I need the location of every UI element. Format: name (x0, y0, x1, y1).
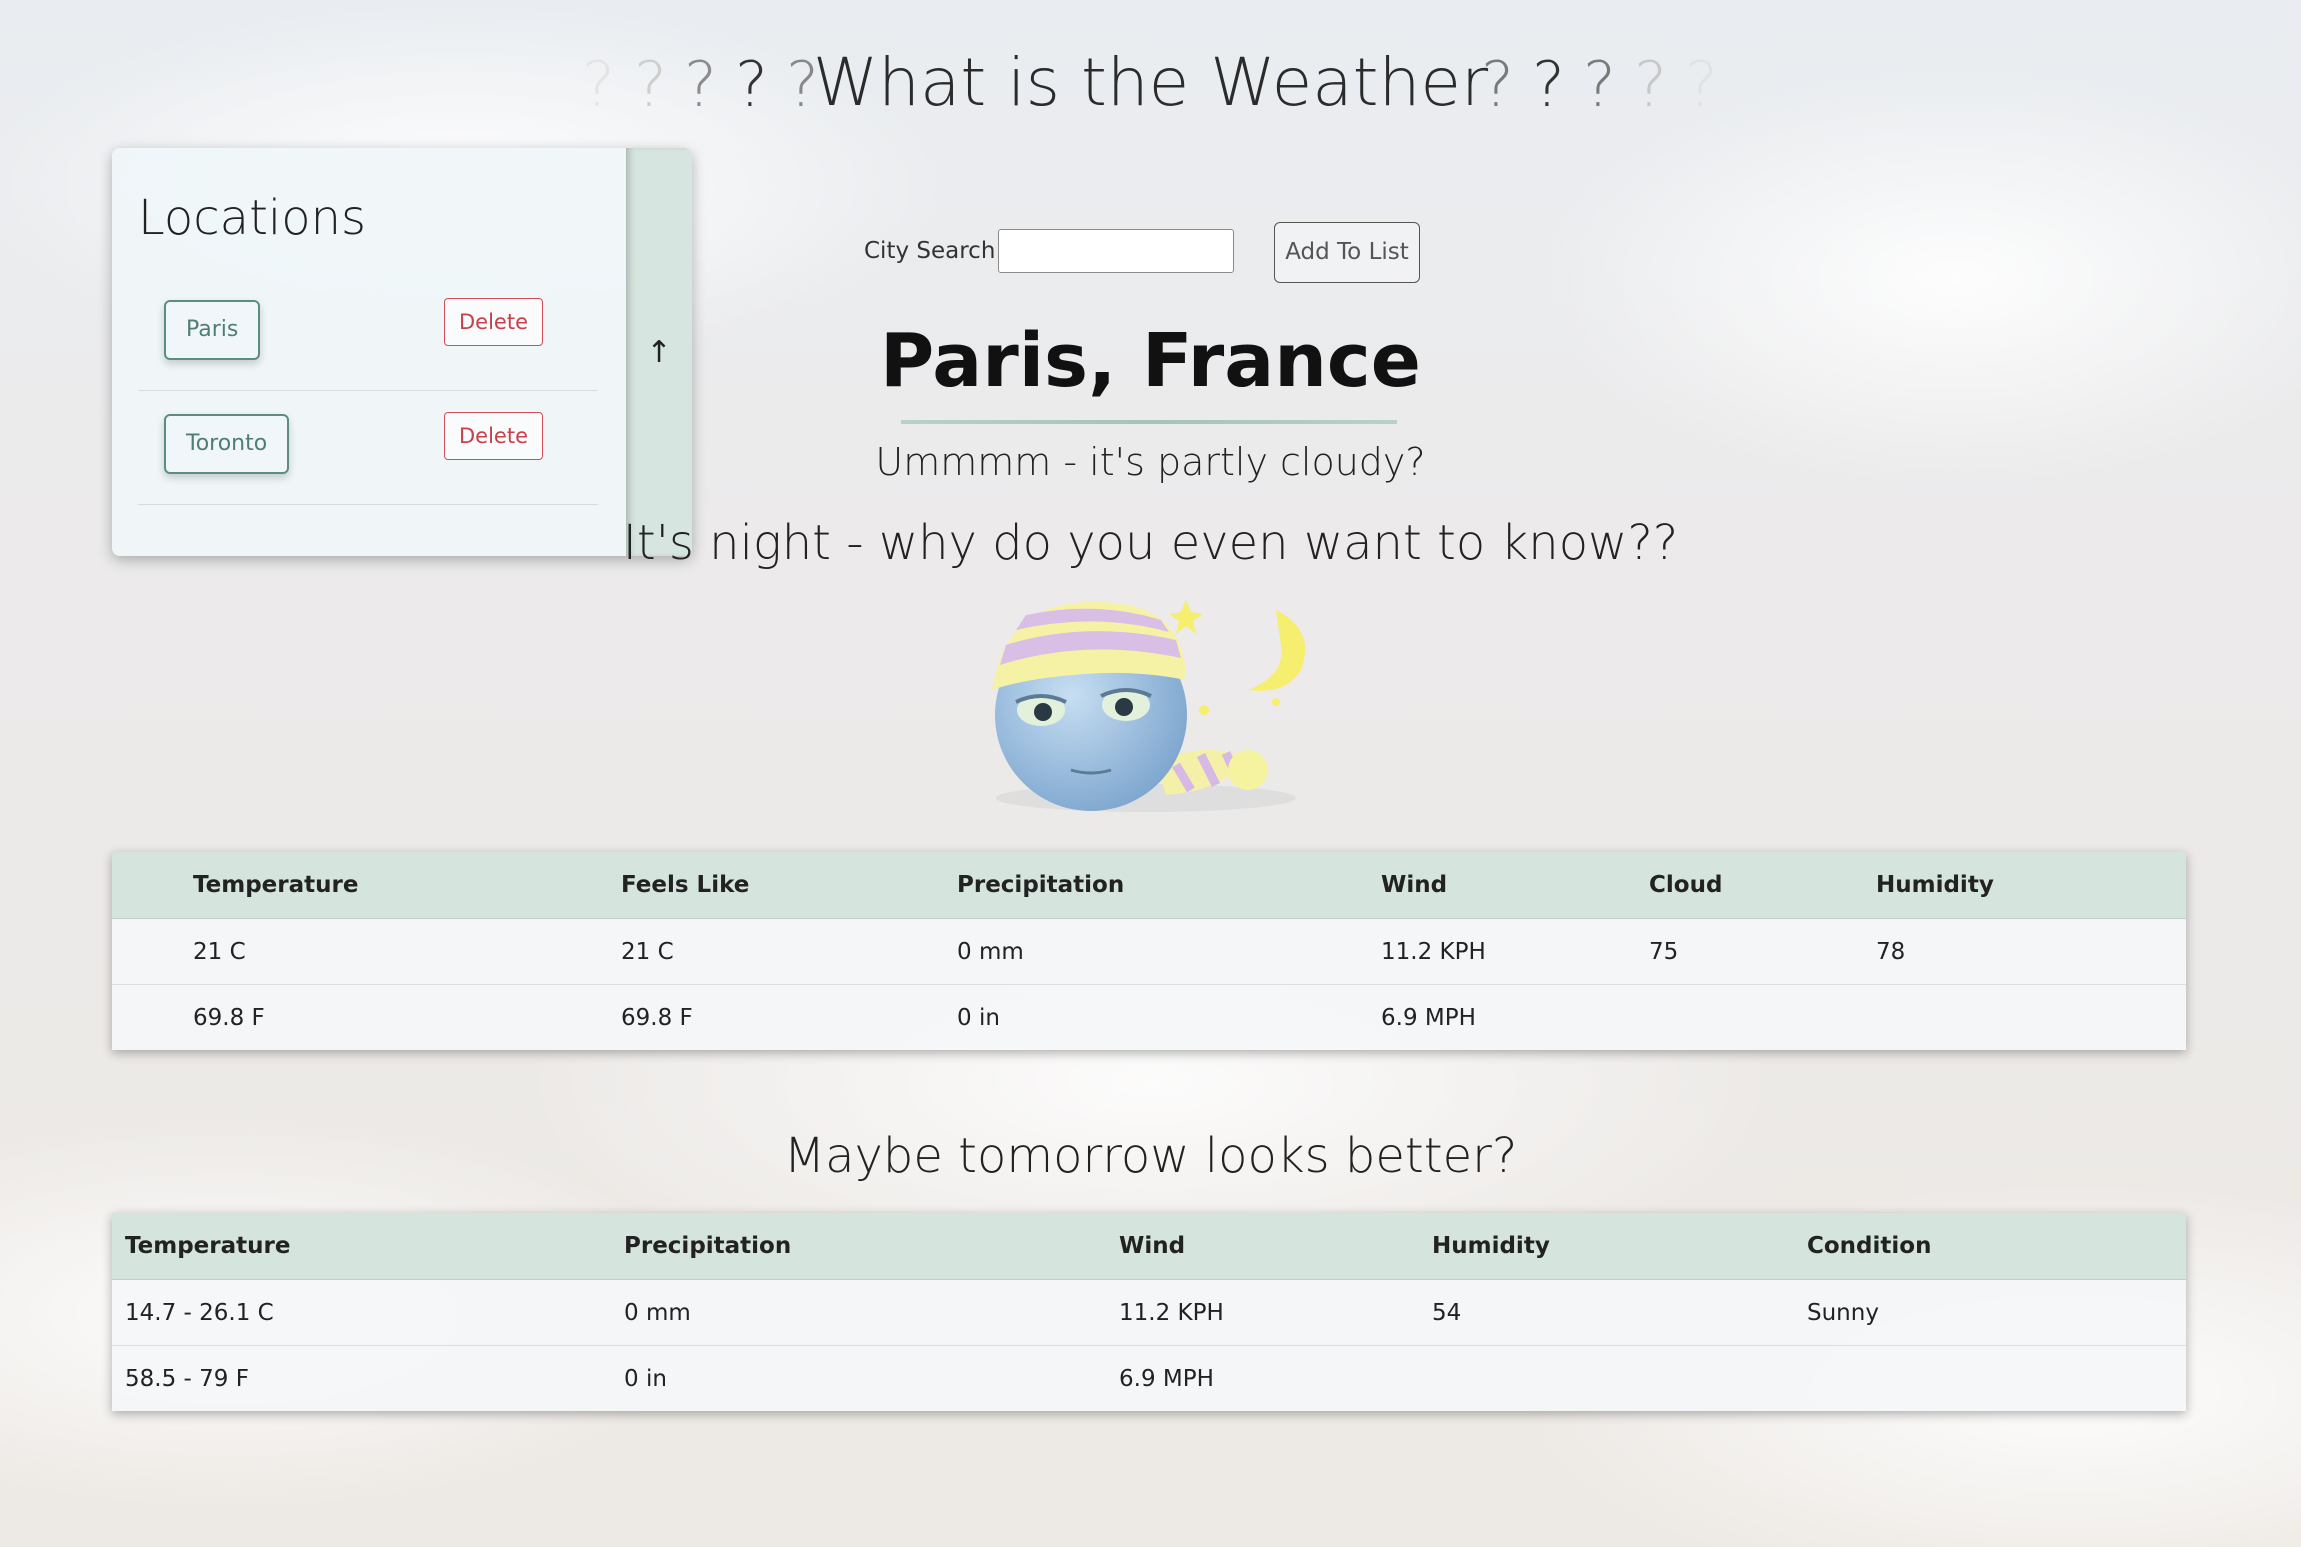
weather-condition-text: Ummmm - it's partly cloudy? (875, 440, 1426, 484)
column-header: Cloud (1649, 872, 1723, 898)
table-cell: 58.5 - 79 F (125, 1366, 249, 1392)
column-header: Temperature (125, 1233, 291, 1259)
column-header: Precipitation (957, 872, 1125, 898)
tomorrow-heading: Maybe tomorrow looks better? (783, 1128, 1518, 1184)
table-cell: 14.7 - 26.1 C (125, 1300, 274, 1326)
column-header: Humidity (1876, 872, 1994, 898)
table-cell: 69.8 F (621, 1005, 693, 1031)
page-title: What is the Weather (812, 44, 1489, 121)
column-header: Wind (1119, 1233, 1186, 1259)
table-cell: 75 (1649, 939, 1679, 965)
table-row: 21 C 21 C 0 mm 11.2 KPH 75 78 (112, 919, 2186, 985)
column-header: Temperature (193, 872, 359, 898)
table-cell: 6.9 MPH (1119, 1366, 1214, 1392)
table-cell: 54 (1432, 1300, 1462, 1326)
table-row: 58.5 - 79 F 0 in 6.9 MPH (112, 1346, 2186, 1411)
table-header-row: Temperature Precipitation Wind Humidity … (112, 1213, 2186, 1280)
question-mark-decoration: ? (1685, 48, 1718, 121)
column-header: Wind (1381, 872, 1448, 898)
column-header: Condition (1807, 1233, 1932, 1259)
table-cell: 69.8 F (193, 1005, 265, 1031)
table-header-row: Temperature Feels Like Precipitation Win… (112, 852, 2186, 919)
question-mark-decoration: ? (1583, 48, 1616, 121)
table-cell: 0 mm (624, 1300, 691, 1326)
current-weather-table: Temperature Feels Like Precipitation Win… (112, 852, 2186, 1050)
sleepy-night-emoji-icon (992, 600, 1306, 812)
city-search-input[interactable] (998, 229, 1234, 273)
city-search-label: City Search (864, 238, 996, 264)
table-cell: 0 in (624, 1366, 667, 1392)
night-message: It's night - why do you even want to kno… (622, 515, 1679, 571)
heading-divider (901, 420, 1397, 424)
table-cell: Sunny (1807, 1300, 1879, 1326)
add-to-list-button[interactable]: Add To List (1274, 222, 1420, 283)
table-cell: 78 (1876, 939, 1906, 965)
table-cell: 0 in (957, 1005, 1000, 1031)
tomorrow-weather-table: Temperature Precipitation Wind Humidity … (112, 1213, 2186, 1411)
table-cell: 11.2 KPH (1119, 1300, 1224, 1326)
question-mark-decoration: ? (1532, 48, 1565, 121)
current-city-heading: Paris, France (880, 318, 1421, 404)
locations-title: Locations (138, 190, 367, 246)
table-row: 14.7 - 26.1 C 0 mm 11.2 KPH 54 Sunny (112, 1280, 2186, 1346)
table-cell: 6.9 MPH (1381, 1005, 1476, 1031)
table-cell: 0 mm (957, 939, 1024, 965)
table-cell: 11.2 KPH (1381, 939, 1486, 965)
column-header: Humidity (1432, 1233, 1550, 1259)
table-cell: 21 C (621, 939, 674, 965)
question-mark-decoration: ? (1634, 48, 1667, 121)
table-cell: 21 C (193, 939, 246, 965)
table-row: 69.8 F 69.8 F 0 in 6.9 MPH (112, 985, 2186, 1050)
question-mark-decoration: ? (1481, 48, 1514, 121)
column-header: Feels Like (621, 872, 750, 898)
column-header: Precipitation (624, 1233, 792, 1259)
